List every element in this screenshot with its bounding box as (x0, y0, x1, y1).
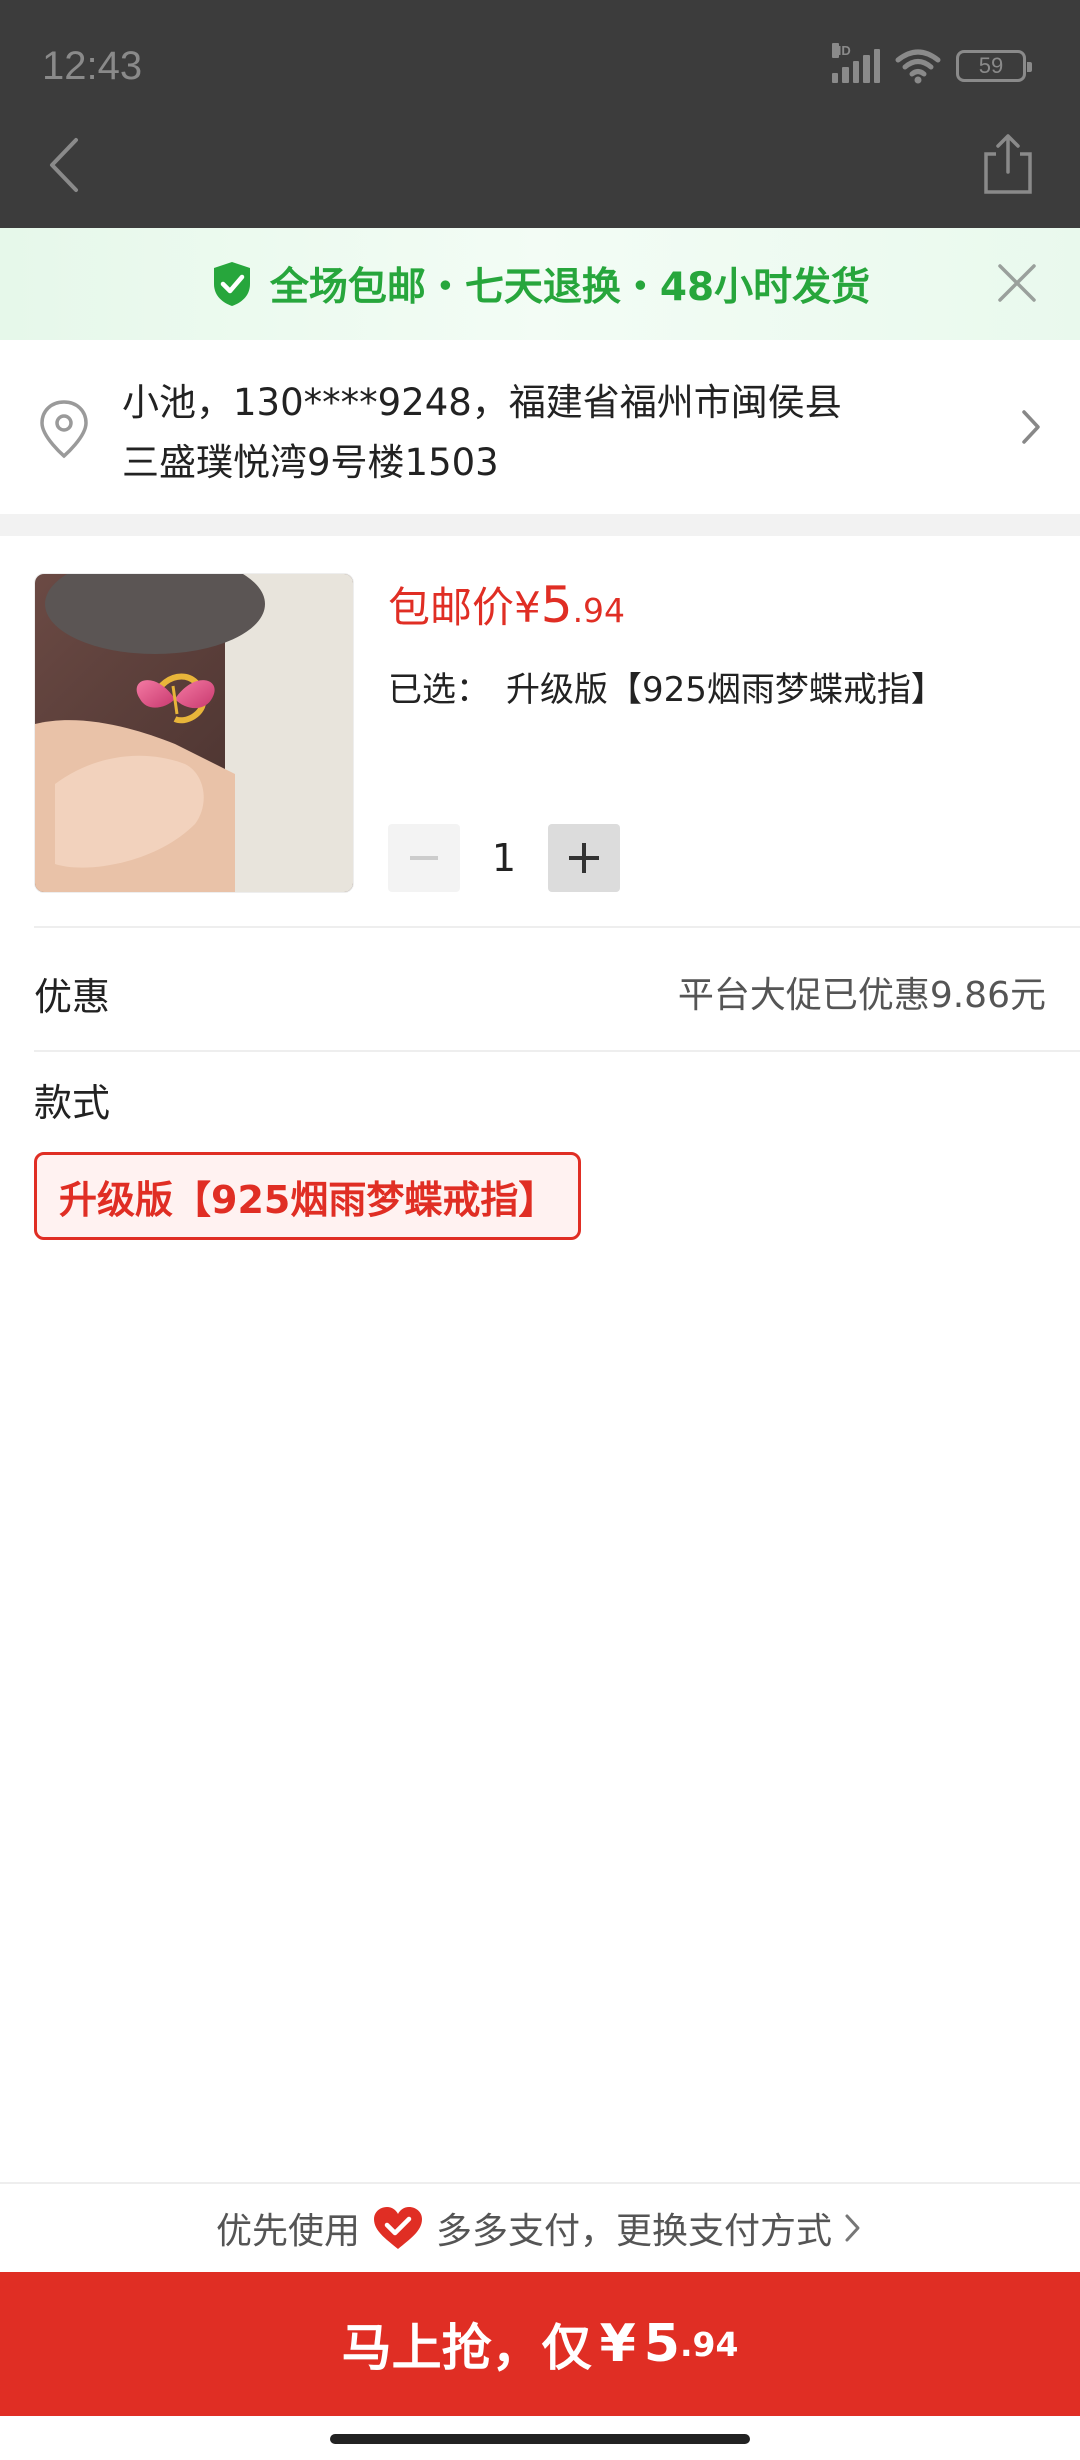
buy-amount-int: 5 (643, 2314, 680, 2374)
address-line-1: 小池，130****9248，福建省福州市闽侯县 (122, 381, 842, 424)
back-chevron-icon[interactable] (40, 130, 90, 200)
home-indicator[interactable] (330, 2434, 750, 2444)
style-label: 款式 (34, 1081, 111, 1125)
payment-method-row[interactable]: 优先使用 多多支付，更换支付方式 (0, 2182, 1080, 2272)
status-time: 12:43 (42, 44, 143, 88)
buy-label: 马上抢，仅 (341, 2319, 592, 2377)
quantity-stepper: 1 (388, 824, 620, 892)
price-currency: ¥ (514, 583, 541, 632)
top-bar: 12:43 HD 59 (0, 0, 1080, 228)
status-icons: HD 59 (832, 43, 1032, 84)
selected-value: 升级版【925烟雨梦蝶戒指】 (506, 670, 945, 710)
buy-now-button[interactable]: 马上抢，仅 ¥5.94 (0, 2272, 1080, 2416)
battery-level: 59 (978, 53, 1004, 78)
plus-icon (569, 843, 599, 873)
quantity-value: 1 (491, 836, 517, 880)
minus-icon (410, 856, 438, 860)
chevron-right-icon (1022, 410, 1040, 444)
share-icon[interactable] (978, 130, 1038, 196)
signal-icon: HD (832, 43, 881, 83)
payment-prefix: 优先使用 (215, 2211, 360, 2252)
price-label: 包邮价 (388, 583, 515, 632)
address-line-2: 三盛璞悦湾9号楼1503 (122, 441, 499, 484)
address-row[interactable]: 小池，130****9248，福建省福州市闽侯县 三盛璞悦湾9号楼1503 (0, 340, 1080, 514)
style-option-label: 升级版【925烟雨梦蝶戒指】 (59, 1177, 557, 1222)
product-price: 包邮价¥5.94 (388, 574, 625, 635)
battery-icon: 59 (956, 50, 1032, 82)
selected-label: 已选： (388, 670, 490, 710)
discount-label: 优惠 (34, 975, 111, 1019)
close-icon[interactable] (994, 260, 1040, 306)
banner-text: 全场包邮・七天退换・48小时发货 (269, 265, 871, 310)
product-photo-ring (35, 574, 353, 892)
buy-currency: ¥ (599, 2314, 636, 2374)
product-image[interactable] (34, 573, 354, 893)
price-int: 5 (540, 576, 573, 634)
hd-label: HD (832, 43, 851, 58)
section-gap (0, 514, 1080, 536)
shield-check-icon (213, 262, 250, 306)
style-option-chip[interactable]: 升级版【925烟雨梦蝶戒指】 (34, 1152, 582, 1240)
price-dec: .94 (572, 591, 626, 630)
payment-method: 多多支付，更换支付方式 (436, 2211, 833, 2252)
increase-button[interactable] (548, 824, 620, 892)
location-pin-icon (40, 400, 88, 459)
decrease-button[interactable] (388, 824, 460, 892)
promo-banner: 全场包邮・七天退换・48小时发货 (0, 228, 1080, 340)
chevron-right-icon (845, 2214, 860, 2242)
heart-pay-icon (374, 2207, 422, 2249)
divider (34, 1050, 1080, 1052)
discount-value: 平台大促已优惠9.86元 (677, 975, 1046, 1016)
wifi-icon (895, 49, 941, 84)
selected-variant: 已选： 升级版【925烟雨梦蝶戒指】 (388, 662, 945, 711)
buy-amount-dec: .94 (679, 2324, 739, 2364)
divider (34, 926, 1080, 928)
